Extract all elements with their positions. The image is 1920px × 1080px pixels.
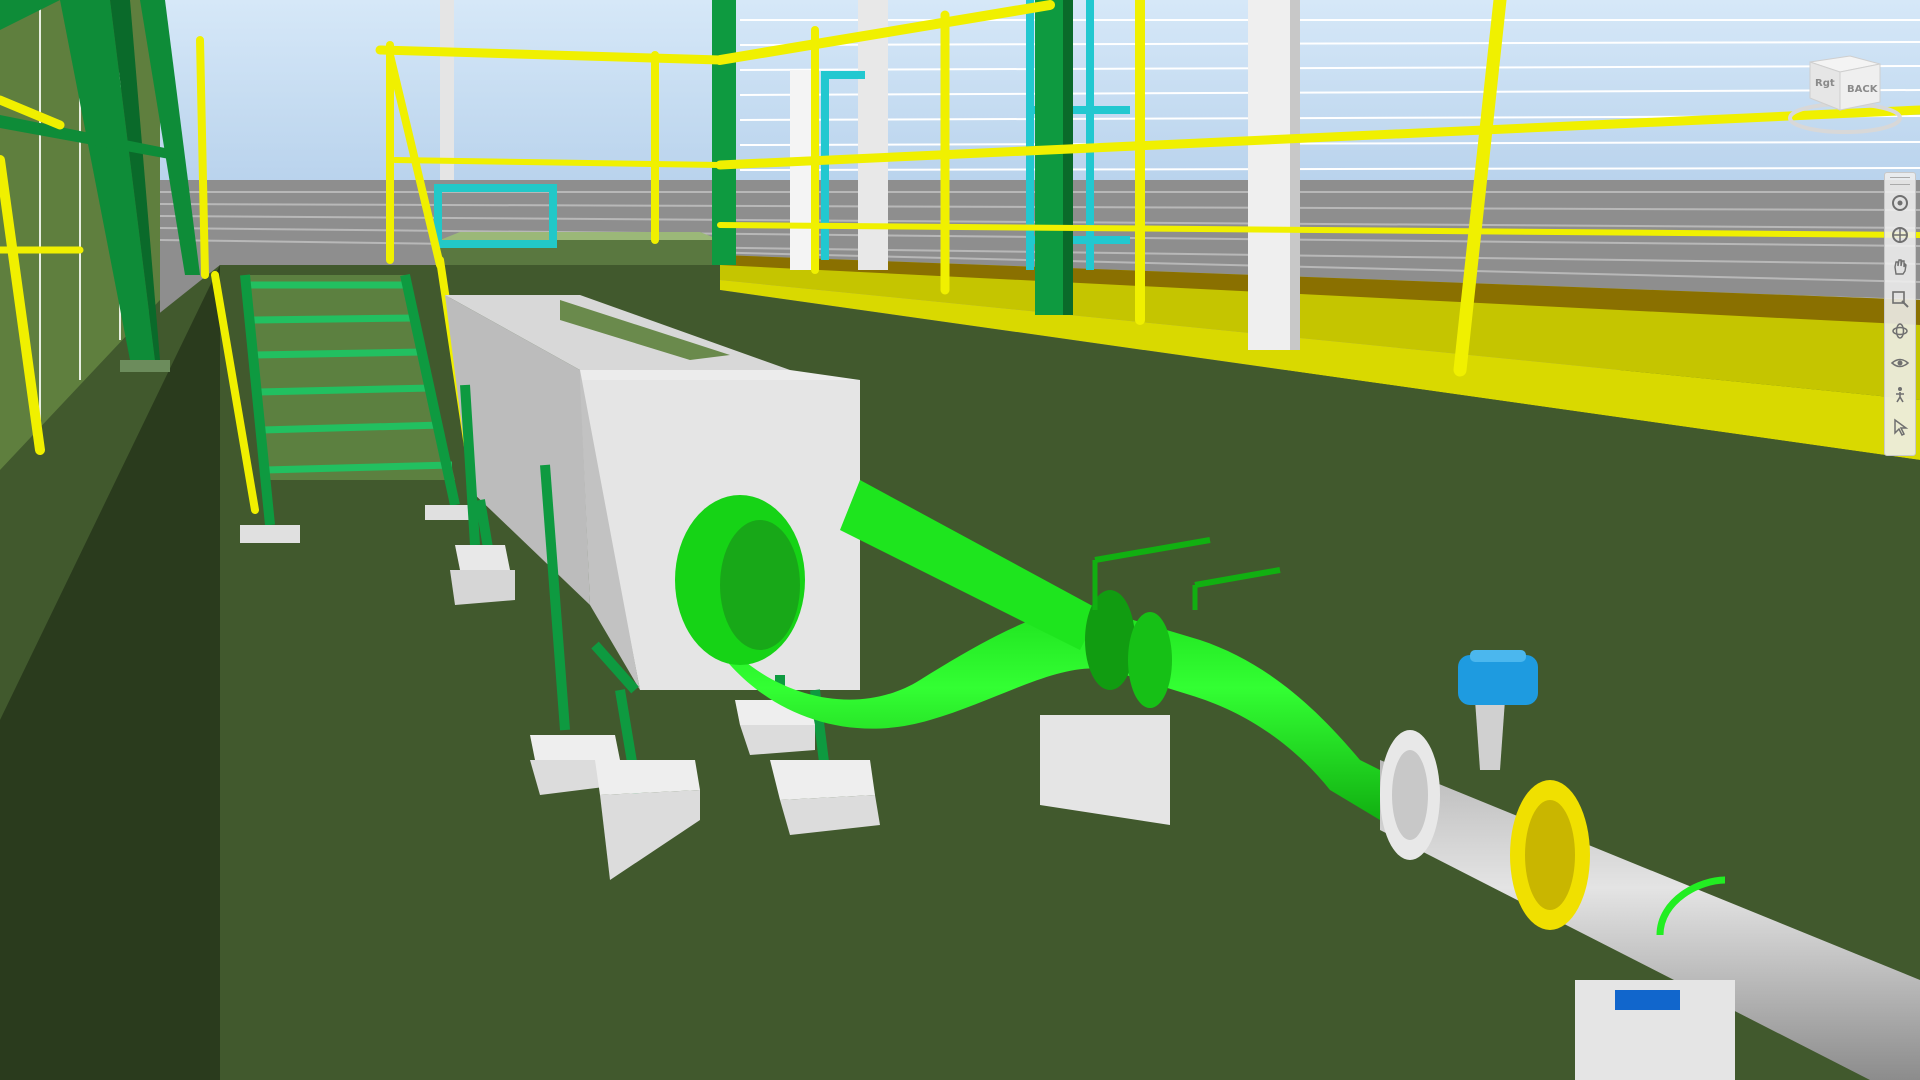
orbit-icon[interactable] <box>1887 318 1913 344</box>
walk-icon[interactable] <box>1887 382 1913 408</box>
viewcube-side-label: Rgt <box>1815 78 1835 89</box>
navigation-bar-grip[interactable] <box>1890 177 1910 185</box>
select-arrow-icon[interactable] <box>1887 414 1913 440</box>
viewcube[interactable]: BACK Rgt <box>1785 50 1905 140</box>
navigation-bar[interactable] <box>1884 172 1916 456</box>
steering-wheel-icon[interactable] <box>1887 190 1913 216</box>
viewcube-front-label: BACK <box>1847 84 1879 95</box>
look-around-icon[interactable] <box>1887 350 1913 376</box>
hand-pan-icon[interactable] <box>1887 254 1913 280</box>
3d-viewport[interactable]: BACK Rgt <box>0 0 1920 1080</box>
full-wheel-icon[interactable] <box>1887 222 1913 248</box>
plant-model-scene[interactable] <box>0 0 1920 1080</box>
zoom-window-icon[interactable] <box>1887 286 1913 312</box>
